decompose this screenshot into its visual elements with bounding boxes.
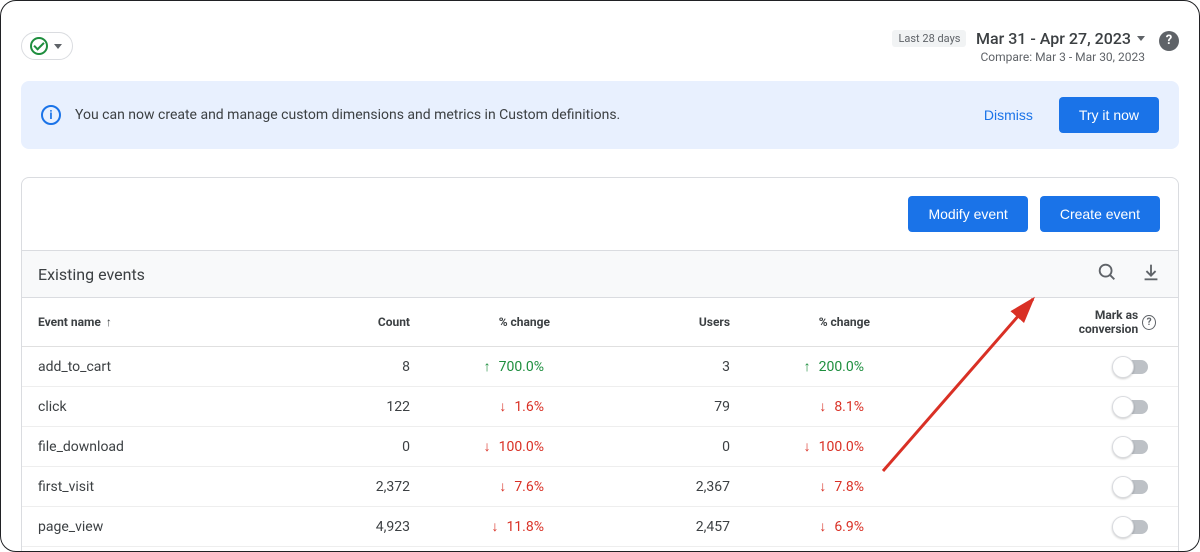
- arrow-up-icon: ↑: [804, 358, 811, 375]
- download-icon[interactable]: [1140, 261, 1162, 287]
- table-row: first_visit2,372↓7.6%2,367↓7.8%: [22, 467, 1178, 507]
- top-bar: Last 28 days Mar 31 - Apr 27, 2023 Compa…: [21, 1, 1179, 73]
- info-banner: i You can now create and manage custom d…: [21, 81, 1179, 149]
- users-value: 0: [558, 439, 738, 455]
- count-value: 0: [298, 439, 418, 455]
- users-value: 79: [558, 399, 738, 415]
- dismiss-button[interactable]: Dismiss: [972, 99, 1045, 131]
- users-value: 3: [558, 359, 738, 375]
- pct-change-1: ↓11.8%: [418, 518, 558, 535]
- arrow-down-icon: ↓: [499, 478, 506, 495]
- info-icon: i: [41, 105, 61, 125]
- chevron-down-icon: [54, 44, 62, 49]
- chevron-down-icon: [1137, 36, 1145, 41]
- pct-change-1: ↓7.6%: [418, 478, 558, 495]
- banner-text: You can now create and manage custom dim…: [75, 107, 958, 123]
- arrow-up-icon: ↑: [484, 358, 491, 375]
- table-row: scroll1,409↓10.0%700↓22.2%: [22, 547, 1178, 551]
- arrow-down-icon: ↓: [491, 518, 498, 535]
- status-chip[interactable]: [21, 32, 73, 60]
- col-users[interactable]: Users: [558, 315, 738, 329]
- conversion-toggle[interactable]: [1114, 400, 1148, 414]
- users-value: 2,367: [558, 479, 738, 495]
- count-value: 8: [298, 359, 418, 375]
- conversion-toggle[interactable]: [1114, 520, 1148, 534]
- modify-event-button[interactable]: Modify event: [908, 196, 1027, 232]
- event-name[interactable]: page_view: [38, 519, 298, 535]
- count-value: 2,372: [298, 479, 418, 495]
- pct-change-2: ↓7.8%: [738, 478, 878, 495]
- arrow-down-icon: ↓: [819, 478, 826, 495]
- date-preset-badge: Last 28 days: [892, 30, 966, 47]
- conversion-toggle[interactable]: [1114, 360, 1148, 374]
- help-icon[interactable]: ?: [1159, 31, 1179, 51]
- search-icon[interactable]: [1096, 261, 1118, 287]
- arrow-down-icon: ↓: [484, 438, 491, 455]
- arrow-down-icon: ↓: [499, 398, 506, 415]
- table-row: add_to_cart8↑700.0%3↑200.0%: [22, 347, 1178, 387]
- users-value: 2,457: [558, 519, 738, 535]
- table-row: click122↓1.6%79↓8.1%: [22, 387, 1178, 427]
- create-event-button[interactable]: Create event: [1040, 196, 1160, 232]
- arrow-down-icon: ↓: [804, 438, 811, 455]
- pct-change-1: ↓1.6%: [418, 398, 558, 415]
- col-count[interactable]: Count: [298, 315, 418, 329]
- col-mark-conversion: Mark as conversion?: [1042, 308, 1162, 336]
- arrow-down-icon: ↓: [819, 398, 826, 415]
- col-event-name[interactable]: Event name ↑: [38, 315, 298, 329]
- check-circle-icon: [30, 37, 48, 55]
- conversion-toggle[interactable]: [1114, 440, 1148, 454]
- event-name[interactable]: first_visit: [38, 479, 298, 495]
- table-row: file_download0↓100.0%0↓100.0%: [22, 427, 1178, 467]
- event-name[interactable]: add_to_cart: [38, 359, 298, 375]
- col-pct-change-2[interactable]: % change: [738, 315, 878, 329]
- pct-change-2: ↑200.0%: [738, 358, 878, 375]
- arrow-down-icon: ↓: [819, 518, 826, 535]
- date-range-text: Mar 31 - Apr 27, 2023: [976, 29, 1131, 48]
- date-range-selector[interactable]: Last 28 days Mar 31 - Apr 27, 2023: [892, 29, 1145, 48]
- event-name[interactable]: click: [38, 399, 298, 415]
- conversion-toggle[interactable]: [1114, 480, 1148, 494]
- section-title: Existing events: [38, 265, 145, 284]
- help-icon[interactable]: ?: [1142, 315, 1156, 330]
- compare-range-text: Compare: Mar 3 - Mar 30, 2023: [892, 50, 1145, 64]
- pct-change-2: ↓6.9%: [738, 518, 878, 535]
- try-it-now-button[interactable]: Try it now: [1059, 97, 1159, 133]
- count-value: 4,923: [298, 519, 418, 535]
- event-name[interactable]: file_download: [38, 439, 298, 455]
- pct-change-2: ↓8.1%: [738, 398, 878, 415]
- col-pct-change-1[interactable]: % change: [418, 315, 558, 329]
- count-value: 122: [298, 399, 418, 415]
- sort-asc-icon: ↑: [103, 315, 112, 329]
- table-row: page_view4,923↓11.8%2,457↓6.9%: [22, 507, 1178, 547]
- pct-change-2: ↓100.0%: [738, 438, 878, 455]
- pct-change-1: ↓100.0%: [418, 438, 558, 455]
- table-header: Event name ↑ Count % change Users % chan…: [22, 298, 1178, 347]
- existing-events-header: Existing events: [22, 250, 1178, 298]
- pct-change-1: ↑700.0%: [418, 358, 558, 375]
- events-card: Modify event Create event Existing event…: [21, 177, 1179, 551]
